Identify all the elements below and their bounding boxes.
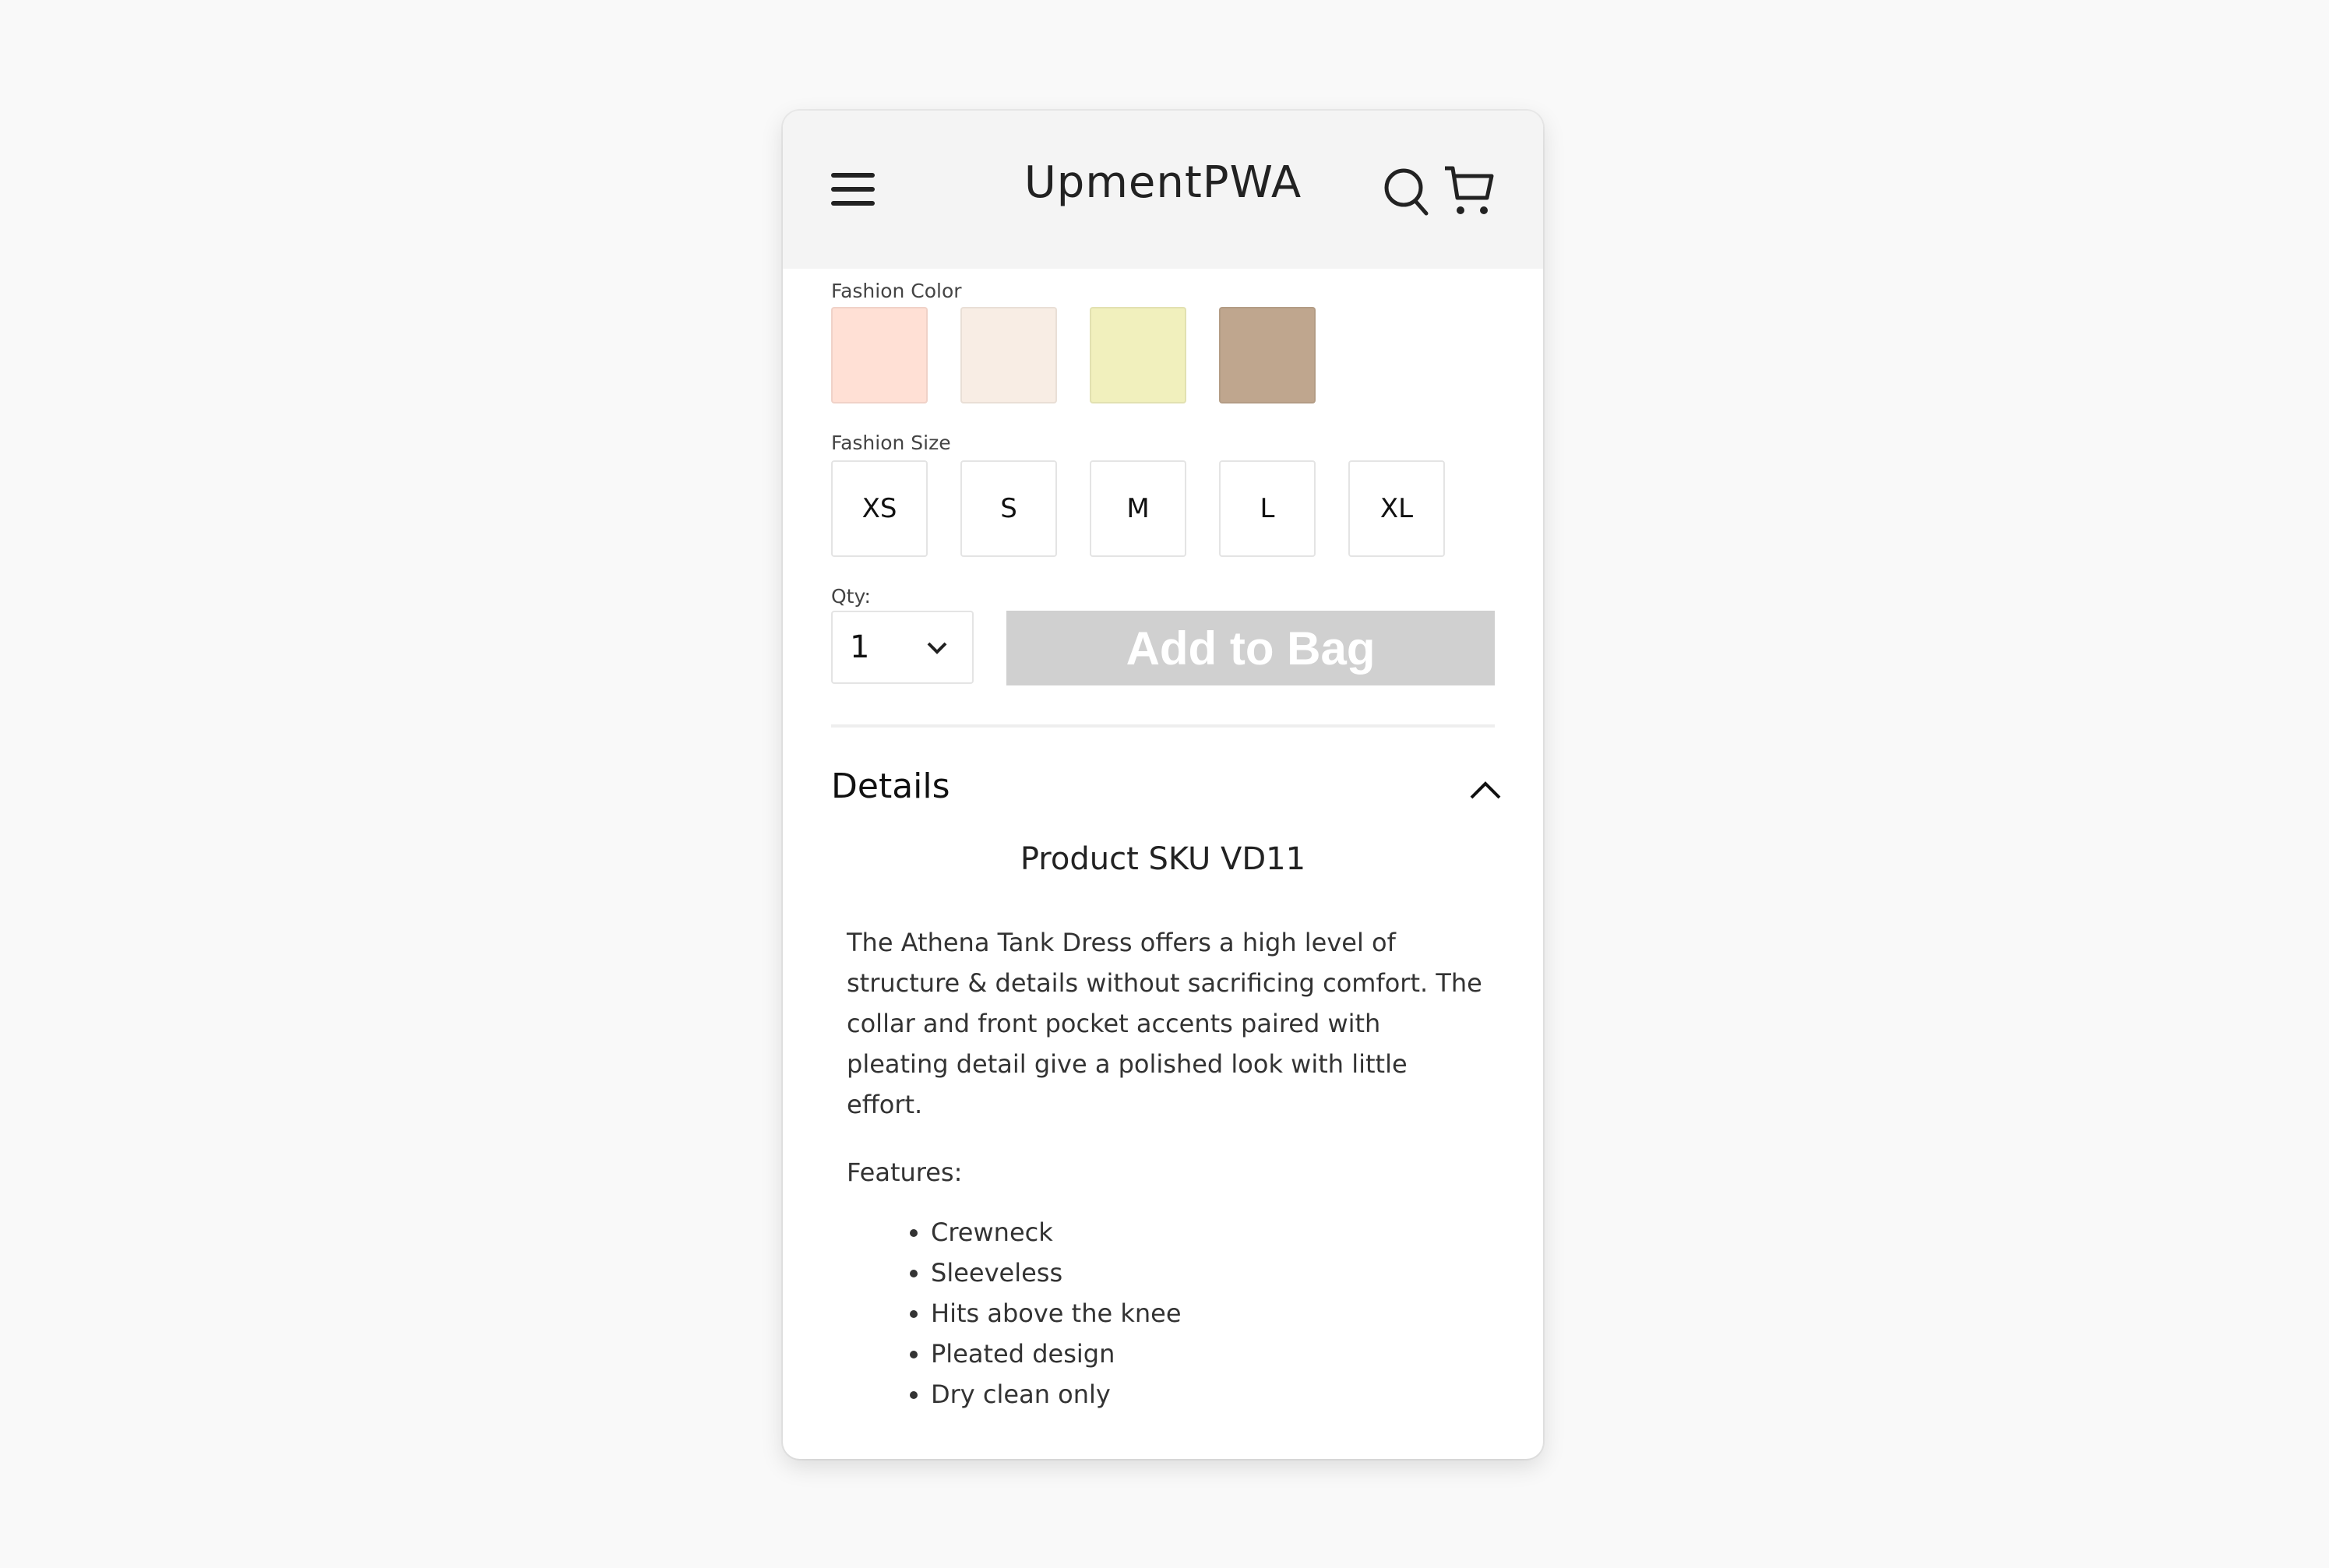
chevron-up-icon[interactable]	[1468, 777, 1503, 801]
qty-label: Qty:	[831, 585, 871, 608]
feature-item: Sleeveless	[931, 1253, 1495, 1293]
size-option-xs[interactable]: XS	[831, 460, 928, 557]
quantity-select[interactable]: 1	[831, 611, 974, 684]
feature-item: Pleated design	[931, 1334, 1495, 1374]
purchase-row: 1 Add to Bag	[831, 611, 1495, 685]
size-options: XS S M L XL	[831, 460, 1495, 557]
size-option-m[interactable]: M	[1090, 460, 1186, 557]
mobile-app-frame: UpmentPWA Fashion Color Fashion Size XS …	[783, 111, 1543, 1459]
chevron-down-icon	[927, 642, 947, 654]
size-option-l[interactable]: L	[1219, 460, 1316, 557]
color-swatch[interactable]	[831, 307, 928, 403]
product-description: The Athena Tank Dress offers a high leve…	[847, 928, 1482, 1119]
size-label: Fashion Size	[831, 432, 951, 454]
details-title: Details	[831, 766, 950, 806]
color-swatch[interactable]	[1219, 307, 1316, 403]
details-accordion-header[interactable]: Details	[831, 728, 1501, 852]
quantity-value: 1	[850, 629, 870, 665]
search-icon[interactable]	[1383, 165, 1431, 217]
color-label: Fashion Color	[831, 280, 962, 302]
size-option-s[interactable]: S	[960, 460, 1057, 557]
color-swatch[interactable]	[1090, 307, 1186, 403]
product-options: Fashion Color Fashion Size XS S M L XL Q…	[831, 269, 1501, 1415]
feature-item: Crewneck	[931, 1212, 1495, 1253]
add-to-bag-button[interactable]: Add to Bag	[1006, 611, 1495, 685]
features-list: Crewneck Sleeveless Hits above the knee …	[831, 1212, 1495, 1415]
feature-item: Dry clean only	[931, 1374, 1495, 1415]
color-swatch[interactable]	[960, 307, 1057, 403]
color-swatches	[831, 307, 1495, 403]
feature-item: Hits above the knee	[931, 1293, 1495, 1334]
size-option-xl[interactable]: XL	[1348, 460, 1445, 557]
shopping-cart-icon[interactable]	[1443, 164, 1495, 217]
features-label: Features:	[847, 1158, 963, 1187]
app-header: UpmentPWA	[783, 111, 1543, 269]
